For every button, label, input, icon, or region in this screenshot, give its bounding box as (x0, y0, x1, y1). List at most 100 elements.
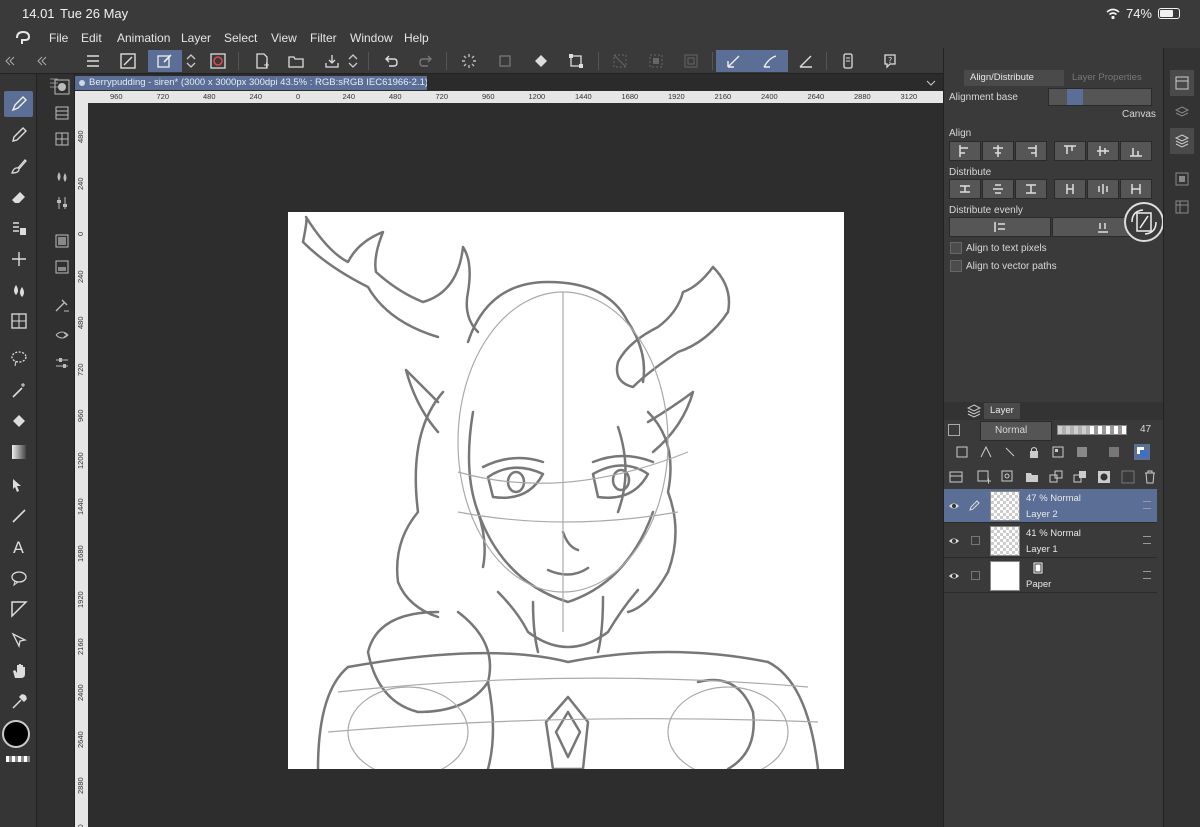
distribute-center-h-button[interactable] (982, 179, 1014, 199)
fill-icon[interactable] (527, 50, 555, 72)
material-icon[interactable] (47, 254, 77, 280)
blend-mode-dropdown[interactable]: Normal (980, 421, 1052, 441)
layer-edit-checkbox[interactable] (971, 571, 980, 580)
layer-color-icon[interactable] (1134, 444, 1150, 460)
layer-row[interactable]: Paper (944, 559, 1157, 593)
save-icon[interactable] (318, 50, 346, 72)
text-tool-icon[interactable]: A (4, 534, 33, 560)
new-layer-folder-icon[interactable] (1024, 469, 1040, 485)
transparent-color-swatch[interactable] (6, 756, 30, 762)
eyedropper-tool-icon[interactable] (4, 689, 33, 715)
delete-layer-icon[interactable] (1142, 469, 1158, 485)
sliders-icon[interactable] (47, 190, 77, 216)
tab-align-distribute[interactable]: Align/Distribute (964, 70, 1064, 86)
drawing-canvas[interactable] (288, 212, 844, 769)
alignment-base-canvas-option[interactable] (1067, 89, 1083, 105)
lock-transparency-icon[interactable] (1050, 444, 1066, 460)
stroke-direction-icon[interactable] (47, 322, 77, 348)
distribute-right-button[interactable] (1015, 179, 1047, 199)
fill-tool-icon[interactable] (4, 408, 33, 434)
clear-icon[interactable] (491, 50, 519, 72)
align-top-button[interactable] (1054, 141, 1086, 161)
align-text-pixels-checkbox[interactable] (950, 242, 962, 254)
menu-animation[interactable]: Animation (117, 31, 170, 45)
align-bottom-button[interactable] (1120, 141, 1152, 161)
edit-mode-icon[interactable] (148, 50, 182, 72)
selection-border-icon[interactable] (677, 50, 705, 72)
line-tool-icon[interactable] (4, 503, 33, 529)
frame-tool-icon[interactable] (4, 596, 33, 622)
grid-snap-icon[interactable] (792, 50, 820, 72)
eye-icon[interactable] (948, 570, 960, 582)
magic-wand-tool-icon[interactable] (4, 377, 33, 403)
layer-reference-icon[interactable] (954, 444, 970, 460)
brush-tool-icon[interactable] (4, 153, 33, 179)
balloon-tool-icon[interactable] (4, 565, 33, 591)
layer-row[interactable]: 41 % Normal Layer 1 (944, 524, 1157, 558)
object-select-tool-icon[interactable] (4, 627, 33, 653)
open-file-icon[interactable] (282, 50, 310, 72)
dock-animation-icon[interactable] (1170, 194, 1194, 220)
distribute-top-button[interactable] (1054, 179, 1086, 199)
save-options-arrows-icon[interactable] (344, 50, 362, 72)
opacity-slider[interactable] (1057, 425, 1127, 435)
menu-layer[interactable]: Layer (181, 31, 211, 45)
sparkle-tool-icon[interactable] (4, 246, 33, 272)
blend-tool-icon[interactable] (4, 277, 33, 303)
grid-preset-icon[interactable] (47, 126, 77, 152)
gradient-tool-icon[interactable] (4, 439, 33, 465)
special-ruler-snap-icon[interactable] (752, 50, 788, 72)
texture-icon[interactable] (47, 228, 77, 254)
transfer-layer-icon[interactable] (1048, 469, 1064, 485)
document-tab[interactable]: Berrypudding - siren* (3000 x 3000px 300… (75, 76, 427, 90)
layer-panel-menu-icon[interactable] (948, 469, 964, 485)
record-icon[interactable] (204, 50, 232, 72)
menu-help[interactable]: Help (404, 31, 429, 45)
collapse-left-icon[interactable] (4, 50, 16, 72)
dock-layer-property-icon[interactable] (1170, 100, 1194, 126)
pen-tool-icon[interactable] (4, 91, 33, 117)
lasso-tool-icon[interactable] (4, 346, 33, 372)
lock-icon[interactable] (1026, 444, 1042, 460)
mask-toggle-icon[interactable] (1106, 444, 1122, 460)
undo-icon[interactable] (377, 50, 405, 72)
pencil-tool-icon[interactable] (4, 122, 33, 148)
new-file-icon[interactable] (248, 50, 276, 72)
layer-clipping-toggle[interactable] (948, 424, 960, 436)
apply-mask-icon[interactable] (1120, 469, 1136, 485)
merge-layer-icon[interactable] (1072, 469, 1088, 485)
dock-align-icon[interactable] (1170, 70, 1194, 96)
drag-handle-icon[interactable] (1143, 536, 1151, 544)
companion-mode-icon[interactable] (834, 50, 862, 72)
align-vector-paths-checkbox[interactable] (950, 260, 962, 272)
eraser-tool-icon[interactable] (4, 184, 33, 210)
loading-spinner-icon[interactable] (455, 50, 483, 72)
mask-enable-icon[interactable] (1074, 444, 1090, 460)
layer-edit-checkbox[interactable] (971, 536, 980, 545)
transform-icon[interactable] (562, 50, 590, 72)
eye-icon[interactable] (948, 535, 960, 547)
up-down-arrows-icon[interactable] (182, 50, 200, 72)
chevron-down-icon[interactable] (925, 78, 937, 88)
collapse-left-2-icon[interactable] (36, 50, 48, 72)
dock-layers-icon[interactable] (1170, 128, 1194, 154)
menu-file[interactable]: File (49, 31, 68, 45)
brush-preset-icon[interactable] (47, 74, 77, 100)
distribute-evenly-vertical-button[interactable] (949, 217, 1051, 237)
deselect-icon[interactable] (606, 50, 634, 72)
align-right-button[interactable] (1015, 141, 1047, 161)
tab-layer[interactable]: Layer (984, 403, 1020, 419)
brush-shape-icon[interactable] (47, 292, 77, 318)
decoration-tool-icon[interactable] (4, 215, 33, 241)
distribute-center-v-button[interactable] (1087, 179, 1119, 199)
tab-layer-properties[interactable]: Layer Properties (1066, 70, 1161, 86)
invert-selection-icon[interactable] (642, 50, 670, 72)
document-close-icon[interactable] (79, 80, 85, 86)
hamburger-menu-icon[interactable] (79, 50, 107, 72)
distribute-bottom-button[interactable] (1120, 179, 1152, 199)
operation-tool-icon[interactable] (4, 472, 33, 498)
redo-icon[interactable] (412, 50, 440, 72)
align-center-v-button[interactable] (1087, 141, 1119, 161)
dock-navigator-icon[interactable] (1170, 166, 1194, 192)
align-left-button[interactable] (949, 141, 981, 161)
